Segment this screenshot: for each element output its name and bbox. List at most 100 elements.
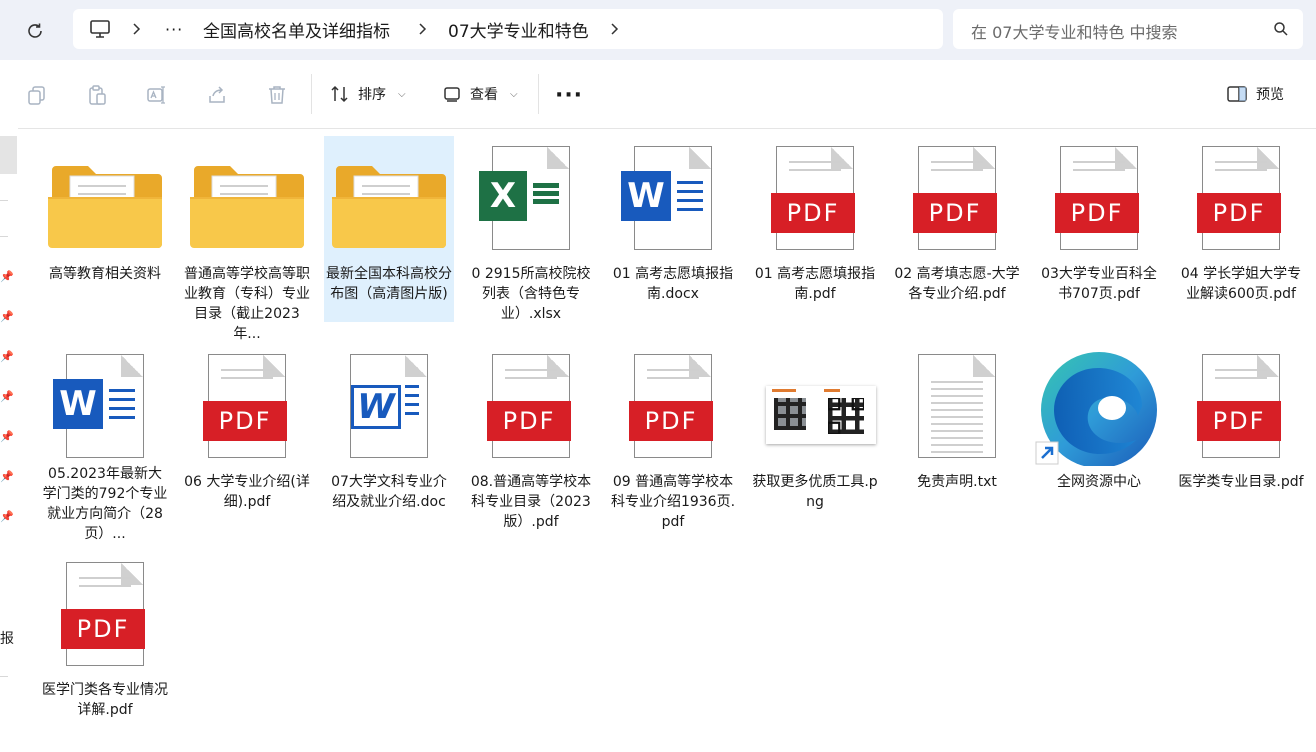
breadcrumb-chevron-icon[interactable] [609, 9, 621, 49]
file-item[interactable]: 最新全国本科高校分布图（高清图片版) [324, 136, 454, 322]
breadcrumb-item[interactable]: 07大学专业和特色 [448, 9, 589, 49]
file-item[interactable]: X 0 2915所高校院校列表（含特色专业）.xlsx [466, 136, 596, 336]
pdf-icon: PDF [750, 140, 880, 258]
file-item[interactable]: PDF 03大学专业百科全书707页.pdf [1034, 136, 1164, 336]
preview-pane-icon [1227, 86, 1247, 102]
pdf-badge: PDF [629, 401, 713, 441]
copy-button[interactable] [24, 82, 50, 108]
clipboard-icon [89, 85, 106, 105]
refresh-icon [28, 23, 42, 38]
file-item[interactable]: PDF 02 高考填志愿-大学各专业介绍.pdf [892, 136, 1022, 336]
text-file-icon [892, 348, 1022, 466]
breadcrumb-chevron-icon[interactable] [417, 9, 429, 49]
pin-icon[interactable]: 📌 [0, 430, 14, 443]
pdf-badge: PDF [771, 193, 855, 233]
word-legacy-icon: W [324, 348, 454, 466]
file-item[interactable]: W 01 高考志愿填报指南.docx [608, 136, 738, 336]
sort-button[interactable]: 排序 ⌵ [330, 80, 406, 108]
view-label: 查看 [470, 87, 498, 103]
pdf-badge: PDF [913, 193, 997, 233]
edge-shortcut-icon [1034, 348, 1164, 468]
file-name: 普通高等学校高等职业教育（专科）专业目录（截止2023年... [184, 266, 310, 342]
toolbar-separator [311, 74, 312, 114]
file-item[interactable]: PDF 医学门类各专业情况详解.pdf [40, 552, 170, 752]
pdf-icon: PDF [1176, 140, 1306, 258]
share-button[interactable] [204, 82, 230, 108]
file-item[interactable]: 获取更多优质工具.png [750, 344, 880, 544]
file-name: 08.普通高等学校本科专业目录（2023版）.pdf [470, 474, 592, 530]
file-item[interactable]: PDF 06 大学专业介绍(详细).pdf [182, 344, 312, 544]
view-icon [444, 87, 460, 102]
pdf-icon: PDF [1034, 140, 1164, 258]
file-item[interactable]: PDF 09 普通高等学校本科专业介绍1936页.pdf [608, 344, 738, 544]
refresh-button[interactable] [22, 18, 48, 44]
pdf-icon: PDF [466, 348, 596, 466]
file-item[interactable]: PDF 医学类专业目录.pdf [1176, 344, 1306, 544]
breadcrumb[interactable]: ··· 全国高校名单及详细指标 07大学专业和特色 [73, 9, 943, 49]
file-item[interactable]: PDF 04 学长学姐大学专业解读600页.pdf [1176, 136, 1306, 336]
file-name: 09 普通高等学校本科专业介绍1936页.pdf [610, 474, 736, 530]
pin-icon[interactable]: 📌 [0, 470, 14, 483]
pdf-badge: PDF [1197, 193, 1281, 233]
breadcrumb-item[interactable]: 全国高校名单及详细指标 [203, 9, 390, 49]
pdf-badge: PDF [1055, 193, 1139, 233]
folder-icon [40, 140, 170, 258]
nav-divider [0, 236, 8, 237]
paste-button[interactable] [84, 82, 110, 108]
folder-icon [182, 140, 312, 258]
pdf-badge: PDF [61, 609, 145, 649]
rename-button[interactable] [144, 82, 170, 108]
pin-icon[interactable]: 📌 [0, 270, 14, 283]
preview-pane-button[interactable]: 预览 [1226, 80, 1284, 108]
file-item[interactable]: PDF 08.普通高等学校本科专业目录（2023版）.pdf [466, 344, 596, 544]
file-name: 07大学文科专业介绍及就业介绍.doc [331, 474, 447, 510]
file-item[interactable]: 全网资源中心 [1034, 344, 1164, 544]
delete-button[interactable] [264, 82, 290, 108]
breadcrumb-overflow-icon[interactable]: ··· [165, 9, 183, 49]
command-bar: 排序 ⌵ 查看 ⌵ ··· 预览 [0, 60, 1316, 129]
nav-item-label[interactable]: 报 [0, 628, 14, 648]
sort-icon [331, 85, 348, 103]
copy-icon [28, 86, 45, 105]
file-name: 05.2023年最新大学门类的792个专业就业方向简介（28页）... [42, 466, 168, 542]
navigation-pane: 📌 📌 📌 📌 📌 📌 📌 报 [0, 128, 18, 751]
file-name: 0 2915所高校院校列表（含特色专业）.xlsx [471, 266, 591, 322]
pdf-icon: PDF [1176, 348, 1306, 466]
search-input[interactable]: 在 07大学专业和特色 中搜索 [953, 9, 1303, 49]
file-name: 04 学长学姐大学专业解读600页.pdf [1180, 266, 1302, 302]
pdf-badge: PDF [203, 401, 287, 441]
file-name: 医学类专业目录.pdf [1178, 474, 1304, 490]
preview-label: 预览 [1256, 87, 1284, 103]
file-name: 全网资源中心 [1057, 474, 1141, 490]
pin-icon[interactable]: 📌 [0, 310, 14, 323]
address-bar: ··· 全国高校名单及详细指标 07大学专业和特色 在 07大学专业和特色 中搜… [0, 0, 1316, 60]
file-item[interactable]: 免责声明.txt [892, 344, 1022, 544]
word-icon: W [40, 348, 170, 458]
nav-divider [0, 200, 8, 201]
file-name: 获取更多优质工具.png [752, 474, 878, 510]
file-name: 02 高考填志愿-大学各专业介绍.pdf [894, 266, 1020, 302]
search-icon[interactable] [1273, 21, 1289, 37]
more-options-button[interactable]: ··· [555, 82, 582, 108]
share-icon [209, 86, 225, 103]
pin-icon[interactable]: 📌 [0, 510, 14, 523]
this-pc-icon[interactable] [89, 9, 111, 49]
file-name: 06 大学专业介绍(详细).pdf [184, 474, 310, 510]
pdf-icon: PDF [182, 348, 312, 466]
pdf-icon: PDF [608, 348, 738, 466]
file-item[interactable]: 普通高等学校高等职业教育（专科）专业目录（截止2023年... [182, 136, 312, 342]
file-item[interactable]: PDF 01 高考志愿填报指南.pdf [750, 136, 880, 336]
pin-icon[interactable]: 📌 [0, 350, 14, 363]
sort-label: 排序 [358, 87, 386, 103]
file-item[interactable]: 高等教育相关资料 [40, 136, 170, 336]
file-name: 01 高考志愿填报指南.pdf [754, 266, 876, 302]
search-placeholder: 在 07大学专业和特色 中搜索 [971, 23, 1178, 42]
pin-icon[interactable]: 📌 [0, 390, 14, 403]
view-button[interactable]: 查看 ⌵ [442, 80, 518, 108]
file-item[interactable]: W 05.2023年最新大学门类的792个专业就业方向简介（28页）... [40, 344, 170, 544]
breadcrumb-chevron-icon[interactable] [131, 9, 143, 49]
file-item[interactable]: W 07大学文科专业介绍及就业介绍.doc [324, 344, 454, 544]
nav-selected-item[interactable] [0, 136, 17, 174]
chevron-down-icon: ⌵ [510, 88, 518, 100]
image-thumbnail-icon [750, 348, 880, 466]
